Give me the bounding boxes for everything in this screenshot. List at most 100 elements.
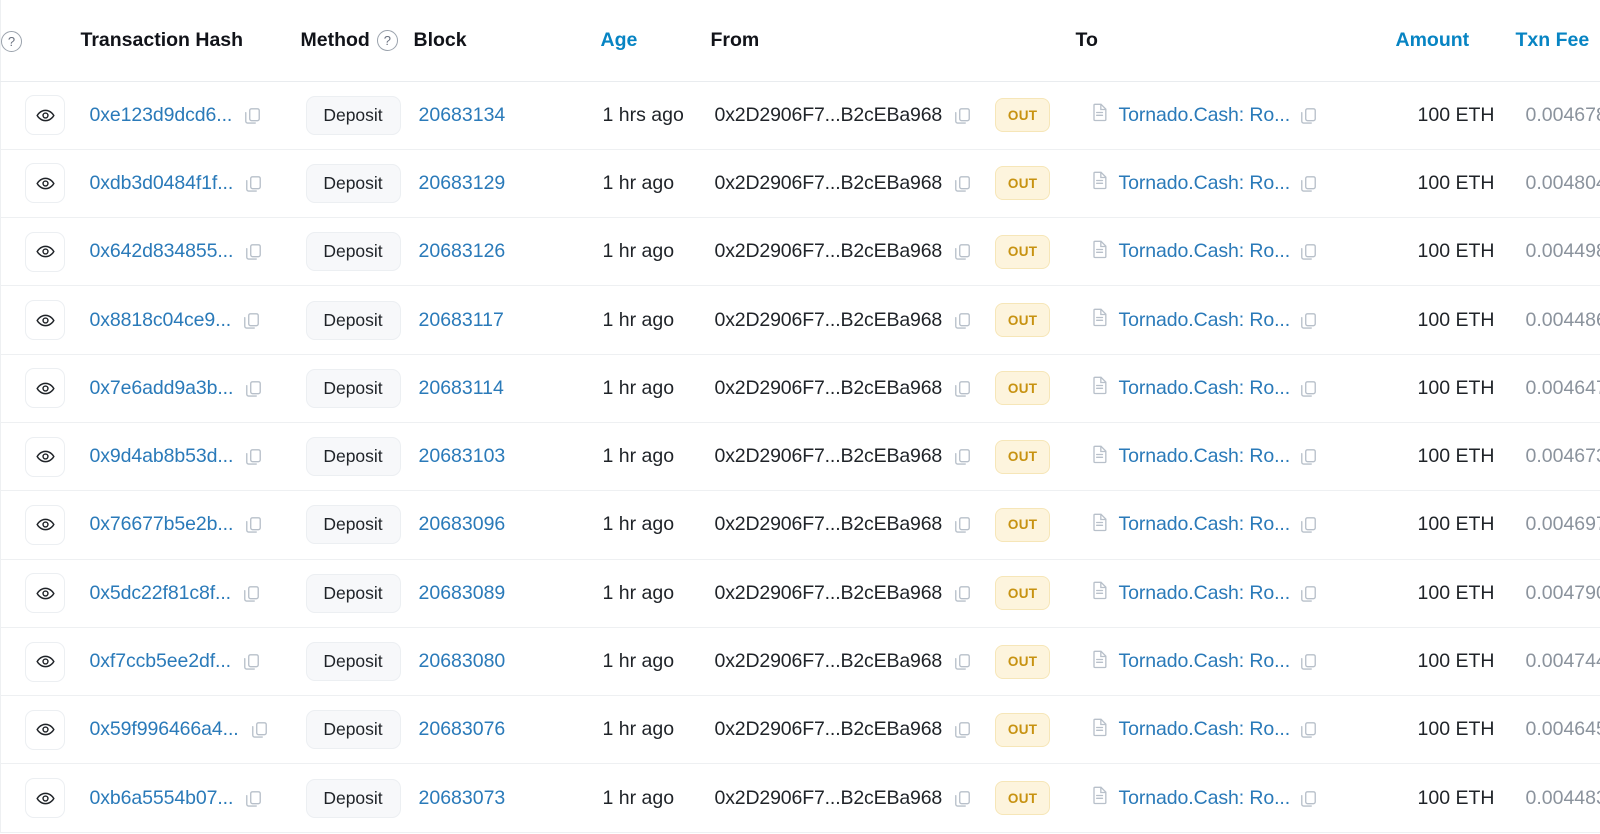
copy-icon[interactable] <box>244 789 263 808</box>
copy-icon[interactable] <box>1299 584 1318 603</box>
block-number-link[interactable]: 20683126 <box>419 240 506 262</box>
block-number-link[interactable]: 20683117 <box>419 309 504 331</box>
block-number-link[interactable]: 20683096 <box>419 513 506 535</box>
method-badge[interactable]: Deposit <box>305 95 401 135</box>
copy-icon[interactable] <box>1299 106 1318 125</box>
to-address-link[interactable]: Tornado.Cash: Ro... <box>1119 787 1291 810</box>
transaction-hash-link[interactable]: 0x7e6add9a3b... <box>90 377 234 400</box>
copy-icon[interactable] <box>1299 720 1318 739</box>
from-address[interactable]: 0x2D2906F7...B2cEBa968 <box>715 787 943 810</box>
preview-transaction-button[interactable] <box>25 641 65 682</box>
method-badge[interactable]: Deposit <box>305 163 401 203</box>
copy-icon[interactable] <box>953 242 972 261</box>
preview-transaction-button[interactable] <box>25 778 65 819</box>
copy-icon[interactable] <box>1299 789 1318 808</box>
transaction-hash-link[interactable]: 0xb6a5554b07... <box>90 787 234 810</box>
transaction-hash-link[interactable]: 0x8818c04ce9... <box>90 309 232 332</box>
transaction-hash-link[interactable]: 0xdb3d0484f1f... <box>90 172 234 195</box>
method-badge[interactable]: Deposit <box>305 300 401 340</box>
to-address-link[interactable]: Tornado.Cash: Ro... <box>1119 582 1291 605</box>
preview-transaction-button[interactable] <box>25 709 65 750</box>
to-address-link[interactable]: Tornado.Cash: Ro... <box>1119 445 1291 468</box>
preview-transaction-button[interactable] <box>25 300 65 341</box>
copy-icon[interactable] <box>244 447 263 466</box>
block-number-link[interactable]: 20683103 <box>419 445 506 467</box>
copy-icon[interactable] <box>243 106 262 125</box>
copy-icon[interactable] <box>953 379 972 398</box>
copy-icon[interactable] <box>953 106 972 125</box>
copy-icon[interactable] <box>953 447 972 466</box>
method-badge[interactable]: Deposit <box>305 505 401 545</box>
method-badge[interactable]: Deposit <box>305 710 401 750</box>
copy-icon[interactable] <box>1299 652 1318 671</box>
copy-icon[interactable] <box>1299 174 1318 193</box>
preview-transaction-button[interactable] <box>25 163 65 204</box>
copy-icon[interactable] <box>953 584 972 603</box>
to-address-link[interactable]: Tornado.Cash: Ro... <box>1119 718 1291 741</box>
method-badge[interactable]: Deposit <box>305 642 401 682</box>
from-address[interactable]: 0x2D2906F7...B2cEBa968 <box>715 582 943 605</box>
to-address-link[interactable]: Tornado.Cash: Ro... <box>1119 377 1291 400</box>
to-address-link[interactable]: Tornado.Cash: Ro... <box>1119 650 1291 673</box>
preview-transaction-button[interactable] <box>25 573 65 614</box>
column-header-txn-fee[interactable]: Txn Fee <box>1515 0 1600 82</box>
from-address[interactable]: 0x2D2906F7...B2cEBa968 <box>715 172 943 195</box>
to-address-link[interactable]: Tornado.Cash: Ro... <box>1119 309 1291 332</box>
copy-icon[interactable] <box>1299 311 1318 330</box>
preview-transaction-button[interactable] <box>25 95 65 136</box>
to-address-link[interactable]: Tornado.Cash: Ro... <box>1119 104 1291 127</box>
copy-icon[interactable] <box>953 311 972 330</box>
method-badge[interactable]: Deposit <box>305 232 401 272</box>
transaction-hash-link[interactable]: 0x9d4ab8b53d... <box>90 445 234 468</box>
copy-icon[interactable] <box>953 515 972 534</box>
column-header-amount[interactable]: Amount <box>1395 0 1516 82</box>
method-badge[interactable]: Deposit <box>305 573 401 613</box>
from-address[interactable]: 0x2D2906F7...B2cEBa968 <box>715 377 943 400</box>
copy-icon[interactable] <box>1299 447 1318 466</box>
copy-icon[interactable] <box>953 789 972 808</box>
preview-transaction-button[interactable] <box>25 368 65 409</box>
column-header-age[interactable]: Age <box>600 0 711 82</box>
method-badge[interactable]: Deposit <box>305 778 401 818</box>
preview-transaction-button[interactable] <box>25 231 65 272</box>
block-number-link[interactable]: 20683089 <box>419 582 506 604</box>
transaction-hash-link[interactable]: 0x5dc22f81c8f... <box>90 582 232 605</box>
transaction-hash-link[interactable]: 0x642d834855... <box>90 240 234 263</box>
copy-icon[interactable] <box>242 584 261 603</box>
copy-icon[interactable] <box>1299 515 1318 534</box>
copy-icon[interactable] <box>1299 379 1318 398</box>
copy-icon[interactable] <box>242 652 261 671</box>
copy-icon[interactable] <box>242 311 261 330</box>
from-address[interactable]: 0x2D2906F7...B2cEBa968 <box>715 718 943 741</box>
block-number-link[interactable]: 20683076 <box>419 718 506 740</box>
method-badge[interactable]: Deposit <box>305 368 401 408</box>
preview-transaction-button[interactable] <box>25 436 65 477</box>
copy-icon[interactable] <box>244 242 263 261</box>
block-number-link[interactable]: 20683080 <box>419 650 506 672</box>
to-address-link[interactable]: Tornado.Cash: Ro... <box>1119 513 1291 536</box>
to-address-link[interactable]: Tornado.Cash: Ro... <box>1119 172 1291 195</box>
transaction-hash-link[interactable]: 0x59f996466a4... <box>90 718 239 741</box>
transaction-hash-link[interactable]: 0xe123d9dcd6... <box>90 104 233 127</box>
transaction-hash-link[interactable]: 0x76677b5e2b... <box>90 513 234 536</box>
from-address[interactable]: 0x2D2906F7...B2cEBa968 <box>715 513 943 536</box>
block-number-link[interactable]: 20683114 <box>419 377 504 399</box>
to-address-link[interactable]: Tornado.Cash: Ro... <box>1119 240 1291 263</box>
copy-icon[interactable] <box>244 379 263 398</box>
copy-icon[interactable] <box>953 652 972 671</box>
copy-icon[interactable] <box>953 720 972 739</box>
from-address[interactable]: 0x2D2906F7...B2cEBa968 <box>715 650 943 673</box>
copy-icon[interactable] <box>953 174 972 193</box>
question-circle-icon[interactable]: ? <box>1 30 22 52</box>
copy-icon[interactable] <box>244 515 263 534</box>
from-address[interactable]: 0x2D2906F7...B2cEBa968 <box>715 240 943 263</box>
copy-icon[interactable] <box>250 720 269 739</box>
from-address[interactable]: 0x2D2906F7...B2cEBa968 <box>715 104 943 127</box>
question-circle-icon[interactable]: ? <box>376 29 398 51</box>
block-number-link[interactable]: 20683073 <box>419 787 506 809</box>
copy-icon[interactable] <box>1299 242 1318 261</box>
method-badge[interactable]: Deposit <box>305 437 401 477</box>
copy-icon[interactable] <box>244 174 263 193</box>
transaction-hash-link[interactable]: 0xf7ccb5ee2df... <box>90 650 232 673</box>
preview-transaction-button[interactable] <box>25 504 65 545</box>
